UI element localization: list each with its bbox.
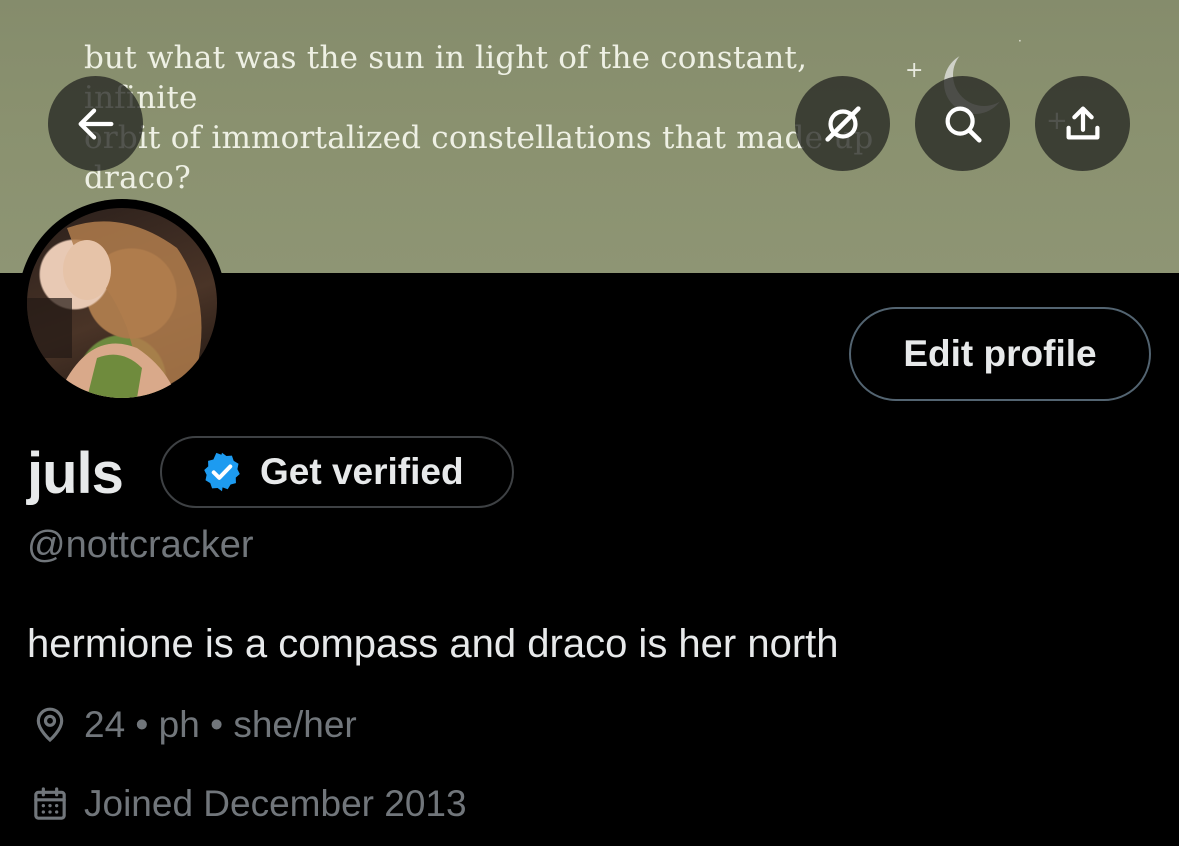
joined-row: Joined December 2013 (30, 783, 467, 825)
edit-profile-button[interactable]: Edit profile (849, 307, 1151, 401)
edit-profile-label: Edit profile (903, 333, 1097, 374)
grok-button[interactable] (795, 76, 890, 171)
search-button[interactable] (915, 76, 1010, 171)
joined-date-text: Joined December 2013 (84, 783, 467, 824)
user-handle: @nottcracker (27, 524, 254, 566)
sparkle-decoration: · (1018, 34, 1022, 48)
grok-icon (824, 105, 861, 142)
share-icon (1066, 106, 1099, 140)
banner-quote-line: but what was the sun in light of the con… (84, 40, 808, 116)
share-button[interactable] (1035, 76, 1130, 171)
profile-bio: hermione is a compass and draco is her n… (27, 622, 839, 666)
location-pin-icon (36, 707, 64, 743)
calendar-icon (34, 787, 66, 820)
avatar-ring (18, 199, 226, 407)
get-verified-button[interactable]: Get verified (160, 436, 514, 508)
banner-quote-line: draco? (84, 160, 191, 196)
location-row: 24 • ph • she/her (30, 704, 357, 746)
arrow-left-icon (78, 107, 113, 140)
sparkle-decoration: + (905, 58, 924, 83)
location-text: 24 • ph • she/her (84, 704, 357, 745)
verified-badge-icon (204, 452, 240, 492)
avatar[interactable] (27, 208, 217, 398)
display-name: juls (27, 441, 124, 506)
get-verified-label: Get verified (260, 451, 464, 492)
banner-quote: but what was the sun in light of the con… (84, 38, 884, 198)
banner-quote-line: orbit of immortalized constellations tha… (84, 120, 874, 156)
search-icon (945, 106, 982, 143)
avatar-image (27, 221, 202, 398)
back-button[interactable] (48, 76, 143, 171)
